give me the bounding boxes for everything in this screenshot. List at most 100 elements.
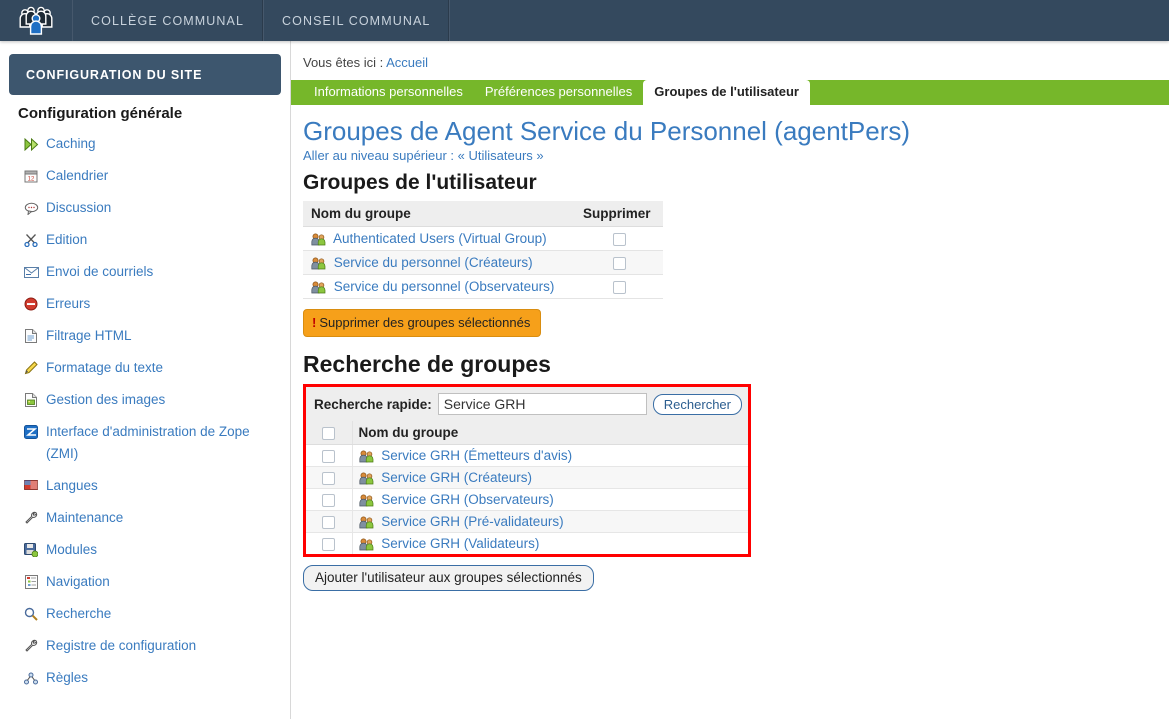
breadcrumb-link-accueil[interactable]: Accueil xyxy=(386,55,428,70)
sidebar-item-navigation[interactable]: Navigation xyxy=(0,566,290,598)
sidebar-item-label: Règles xyxy=(46,670,89,685)
scissors-icon xyxy=(22,231,40,249)
group-search-panel: Recherche rapide: Rechercher Nom du grou… xyxy=(303,384,751,557)
up-level-link[interactable]: « Utilisateurs » xyxy=(458,148,544,163)
sidebar-item-formatage-du-texte[interactable]: Formatage du texte xyxy=(0,352,290,384)
sidebar-item-edition[interactable]: Edition xyxy=(0,224,290,256)
delete-group-checkbox[interactable] xyxy=(612,280,626,294)
sidebar-item-regles[interactable]: Règles xyxy=(0,662,290,694)
group-icon xyxy=(358,494,373,507)
topnav-filler xyxy=(449,0,1169,41)
wrench-icon xyxy=(22,637,40,655)
sidebar-item-envoi-de-courriels[interactable]: Envoi de courriels xyxy=(0,256,290,288)
delete-selected-groups-button[interactable]: ! Supprimer des groupes sélectionnés xyxy=(303,309,542,337)
delete-group-checkbox[interactable] xyxy=(612,232,626,246)
table-row: Service GRH (Validateurs) xyxy=(306,532,748,555)
up-level-link-row: Aller au niveau supérieur : « Utilisateu… xyxy=(303,148,1169,163)
delete-group-checkbox[interactable] xyxy=(612,256,626,270)
fast-forward-icon xyxy=(22,135,40,153)
table-row: Service GRH (Émetteurs d'avis) xyxy=(306,444,748,467)
tab-preferences-personnelles[interactable]: Préférences personnelles xyxy=(474,80,643,105)
group-link[interactable]: Service GRH (Observateurs) xyxy=(381,492,554,507)
user-groups-table: Nom du groupe Supprimer Authenticated Us… xyxy=(303,201,663,299)
select-all-checkbox[interactable] xyxy=(322,426,336,440)
error-circle-icon xyxy=(22,295,40,313)
select-group-checkbox[interactable] xyxy=(322,537,336,551)
group-link[interactable]: Service GRH (Pré-validateurs) xyxy=(381,514,563,529)
topnav-item-college-communal[interactable]: COLLÈGE COMMUNAL xyxy=(72,0,264,41)
breadcrumb: Vous êtes ici : Accueil xyxy=(291,41,1169,80)
sidebar-item-discussion[interactable]: Discussion xyxy=(0,192,290,224)
sidebar-item-label: Envoi de courriels xyxy=(46,264,154,279)
table-row: Service GRH (Créateurs) xyxy=(306,466,748,489)
select-all-header xyxy=(306,421,353,445)
tab-groupes-de-lutilisateur[interactable]: Groupes de l'utilisateur xyxy=(643,80,810,105)
flag-icon xyxy=(22,477,40,495)
select-group-checkbox[interactable] xyxy=(322,471,336,485)
row-select-cell xyxy=(306,532,353,554)
top-navigation-bar: COLLÈGE COMMUNAL CONSEIL COMMUNAL xyxy=(0,0,1169,41)
quick-search-input[interactable] xyxy=(437,393,647,415)
sidebar-item-recherche[interactable]: Recherche xyxy=(0,598,290,630)
table-row: Service du personnel (Observateurs) xyxy=(303,274,663,299)
tab-informations-personnelles[interactable]: Informations personnelles xyxy=(303,80,474,105)
group-people-logo-icon xyxy=(19,6,53,35)
select-group-checkbox[interactable] xyxy=(322,515,336,529)
group-link[interactable]: Service du personnel (Observateurs) xyxy=(334,279,555,294)
sidebar-item-caching[interactable]: Caching xyxy=(0,128,290,160)
group-name-cell: Service GRH (Observateurs) xyxy=(352,488,748,511)
group-link[interactable]: Authenticated Users (Virtual Group) xyxy=(333,231,547,246)
row-select-cell xyxy=(306,488,353,511)
group-link[interactable]: Service GRH (Créateurs) xyxy=(381,470,532,485)
sidebar-header: CONFIGURATION DU SITE xyxy=(9,54,281,95)
page-title: Groupes de Agent Service du Personnel (a… xyxy=(303,116,911,146)
sidebar-item-label: Edition xyxy=(46,232,88,247)
calendar-icon: 12 xyxy=(22,167,40,185)
topnav-item-conseil-communal[interactable]: CONSEIL COMMUNAL xyxy=(263,0,450,41)
sidebar-item-label: Filtrage HTML xyxy=(46,328,132,343)
add-user-to-selected-groups-button[interactable]: Ajouter l'utilisateur aux groupes sélect… xyxy=(303,565,594,591)
image-document-icon xyxy=(22,391,40,409)
sidebar-item-gestion-des-images[interactable]: Gestion des images xyxy=(0,384,290,416)
group-name-cell: Service GRH (Émetteurs d'avis) xyxy=(352,444,748,467)
rules-node-icon xyxy=(22,669,40,687)
sidebar-item-registre-de-configuration[interactable]: Registre de configuration xyxy=(0,630,290,662)
group-link[interactable]: Service du personnel (Créateurs) xyxy=(334,255,533,270)
sidebar: CONFIGURATION DU SITE Configuration géné… xyxy=(0,41,291,719)
table-row: Service GRH (Pré-validateurs) xyxy=(306,510,748,533)
magnifier-icon xyxy=(22,605,40,623)
disk-icon xyxy=(22,541,40,559)
sidebar-item-label: Gestion des images xyxy=(46,392,166,407)
zope-icon xyxy=(22,423,40,441)
delete-cell xyxy=(575,226,663,251)
sidebar-item-label: Discussion xyxy=(46,200,112,215)
select-group-checkbox[interactable] xyxy=(322,493,336,507)
sidebar-item-filtrage-html[interactable]: Filtrage HTML xyxy=(0,320,290,352)
group-link[interactable]: Service GRH (Émetteurs d'avis) xyxy=(381,448,572,463)
sidebar-item-label: Erreurs xyxy=(46,296,91,311)
sidebar-item-zmi[interactable]: Interface d'administration de Zope (ZMI) xyxy=(0,416,290,470)
main-content: Vous êtes ici : Accueil Informations per… xyxy=(291,41,1169,719)
sidebar-item-label: Navigation xyxy=(46,574,110,589)
sidebar-item-label: Formatage du texte xyxy=(46,360,164,375)
sidebar-item-label: Caching xyxy=(46,136,96,151)
group-name-cell: Service GRH (Validateurs) xyxy=(352,533,748,555)
column-header-nom-du-groupe: Nom du groupe xyxy=(352,421,748,445)
envelope-icon xyxy=(22,263,40,281)
document-icon xyxy=(22,327,40,345)
select-group-checkbox[interactable] xyxy=(322,449,336,463)
group-name-cell: Service du personnel (Créateurs) xyxy=(303,250,575,275)
search-button[interactable]: Rechercher xyxy=(652,393,742,415)
row-select-cell xyxy=(306,444,353,467)
group-icon xyxy=(311,257,326,270)
site-logo[interactable] xyxy=(0,0,72,41)
sidebar-item-erreurs[interactable]: Erreurs xyxy=(0,288,290,320)
speech-bubble-icon xyxy=(22,199,40,217)
sidebar-item-langues[interactable]: Langues xyxy=(0,470,290,502)
sidebar-item-label: Interface d'administration de Zope (ZMI) xyxy=(46,424,250,461)
group-name-cell: Service du personnel (Observateurs) xyxy=(303,274,575,299)
sidebar-item-modules[interactable]: Modules xyxy=(0,534,290,566)
sidebar-item-maintenance[interactable]: Maintenance xyxy=(0,502,290,534)
group-link[interactable]: Service GRH (Validateurs) xyxy=(381,536,539,551)
sidebar-item-calendrier[interactable]: 12 Calendrier xyxy=(0,160,290,192)
